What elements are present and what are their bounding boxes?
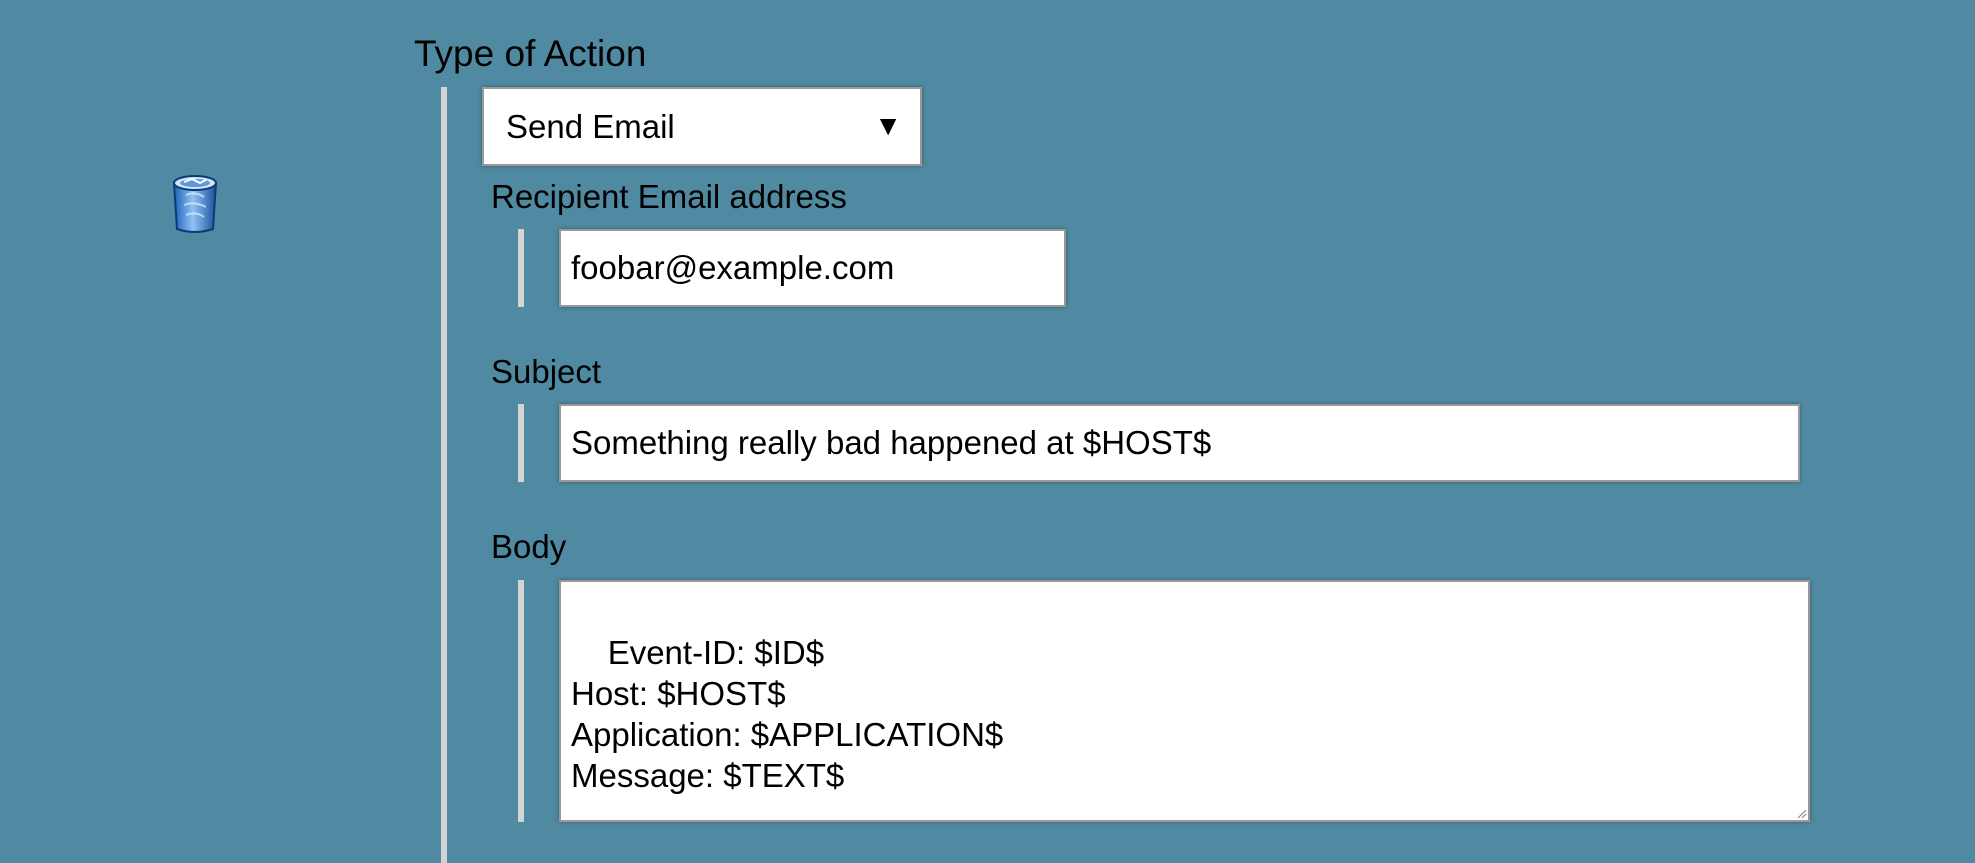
resize-grip-icon[interactable] [1795, 807, 1807, 819]
delete-action-button[interactable] [170, 173, 220, 235]
body-text: Event-ID: $ID$ Host: $HOST$ Application:… [571, 634, 1004, 794]
subject-label: Subject [491, 353, 602, 390]
body-textarea[interactable]: Event-ID: $ID$ Host: $HOST$ Application:… [559, 580, 1810, 822]
body-indent-bar [518, 580, 524, 822]
body-label: Body [491, 528, 567, 565]
action-editor-page: Type of Action Send Email ▼ Recipient Em… [0, 0, 1975, 863]
action-type-selected-value: Send Email [506, 108, 675, 145]
trash-icon [172, 175, 218, 233]
dropdown-arrow-icon: ▼ [874, 110, 902, 141]
recipient-indent-bar [518, 229, 524, 307]
type-of-action-heading: Type of Action [414, 33, 647, 74]
recipient-email-label: Recipient Email address [491, 178, 847, 215]
subject-input[interactable]: Something really bad happened at $HOST$ [559, 404, 1800, 482]
subject-indent-bar [518, 404, 524, 482]
section-indent-bar [441, 87, 447, 863]
action-type-select[interactable]: Send Email ▼ [482, 87, 922, 166]
recipient-email-input[interactable]: foobar@example.com [559, 229, 1066, 307]
